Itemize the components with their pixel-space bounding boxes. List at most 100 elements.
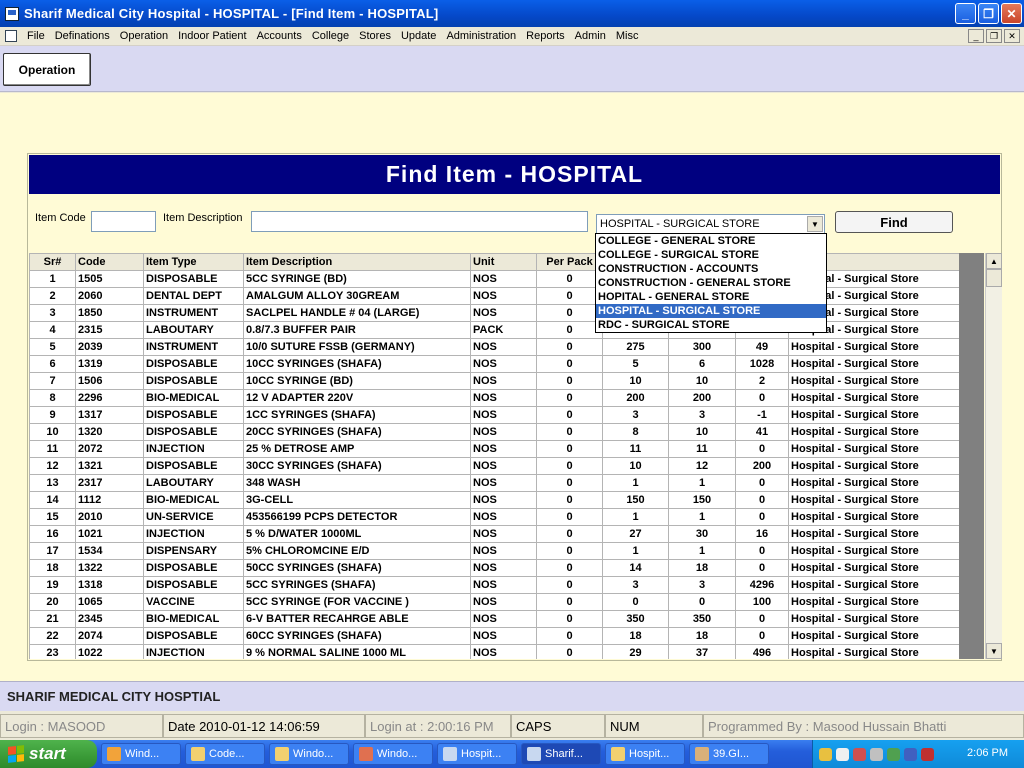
menu-file[interactable]: File — [22, 30, 50, 42]
cell-item-description[interactable]: 10/0 SUTURE FSSB (GERMANY) — [243, 338, 471, 356]
taskbar-item[interactable]: Wind... — [101, 743, 181, 765]
cell-store[interactable]: Hospital - Surgical Store — [788, 372, 960, 390]
cell-store[interactable]: Hospital - Surgical Store — [788, 423, 960, 441]
cell-sr[interactable]: 6 — [29, 355, 76, 373]
cell-per-pack[interactable]: 0 — [536, 372, 603, 390]
scroll-thumb[interactable] — [986, 269, 1002, 287]
cell-per-pack[interactable]: 0 — [536, 491, 603, 509]
cell-store[interactable]: Hospital - Surgical Store — [788, 355, 960, 373]
mdi-child-icon[interactable] — [5, 30, 17, 42]
cell-7[interactable]: 10 — [668, 423, 736, 441]
store-option[interactable]: CONSTRUCTION - GENERAL STORE — [596, 276, 826, 290]
cell-code[interactable]: 2010 — [75, 508, 144, 526]
col-per-pack[interactable]: Per Pack — [536, 253, 603, 271]
cell-sr[interactable]: 23 — [29, 644, 76, 659]
cell-item-type[interactable]: BIO-MEDICAL — [143, 389, 244, 407]
cell-sr[interactable]: 10 — [29, 423, 76, 441]
table-row[interactable]: 7 1506 DISPOSABLE 10CC SYRINGE (BD) NOS 0 10 10… — [29, 372, 960, 390]
col-sr[interactable]: Sr# — [29, 253, 76, 271]
cell-6[interactable]: 10 — [602, 457, 669, 475]
table-row[interactable]: 13 2317 LABOUTARY 348 WASH NOS 0 1 1 0 Hospital -… — [29, 474, 960, 492]
cell-6[interactable]: 29 — [602, 644, 669, 659]
table-row[interactable]: 10 1320 DISPOSABLE 20CC SYRINGES (SHAFA) NOS… — [29, 423, 960, 441]
minimize-button[interactable]: _ — [955, 3, 976, 24]
menu-operation[interactable]: Operation — [115, 30, 173, 42]
cell-store[interactable]: Hospital - Surgical Store — [788, 457, 960, 475]
cell-per-pack[interactable]: 0 — [536, 406, 603, 424]
cell-code[interactable]: 1505 — [75, 270, 144, 288]
tray-icon[interactable] — [836, 747, 849, 761]
cell-7[interactable]: 1 — [668, 474, 736, 492]
cell-unit[interactable]: NOS — [470, 525, 537, 543]
cell-per-pack[interactable]: 0 — [536, 627, 603, 645]
cell-item-description[interactable]: 20CC SYRINGES (SHAFA) — [243, 423, 471, 441]
cell-store[interactable]: Hospital - Surgical Store — [788, 610, 960, 628]
cell-7[interactable]: 30 — [668, 525, 736, 543]
find-button[interactable]: Find — [835, 211, 953, 233]
cell-8[interactable]: 0 — [735, 627, 789, 645]
menu-indoor-patient[interactable]: Indoor Patient — [173, 30, 252, 42]
taskbar-item-active[interactable]: Sharif... — [521, 743, 601, 765]
cell-code[interactable]: 1506 — [75, 372, 144, 390]
cell-6[interactable]: 350 — [602, 610, 669, 628]
cell-code[interactable]: 2296 — [75, 389, 144, 407]
menu-college[interactable]: College — [307, 30, 354, 42]
cell-sr[interactable]: 16 — [29, 525, 76, 543]
store-option[interactable]: RDC - SURGICAL STORE — [596, 318, 826, 332]
cell-6[interactable]: 3 — [602, 406, 669, 424]
cell-8[interactable]: 0 — [735, 474, 789, 492]
store-select[interactable]: HOSPITAL - SURGICAL STORE ▼ — [596, 214, 825, 234]
cell-7[interactable]: 0 — [668, 593, 736, 611]
cell-item-description[interactable]: 9 % NORMAL SALINE 1000 ML — [243, 644, 471, 659]
cell-store[interactable]: Hospital - Surgical Store — [788, 644, 960, 659]
cell-8[interactable]: 0 — [735, 610, 789, 628]
cell-per-pack[interactable]: 0 — [536, 270, 603, 288]
cell-item-description[interactable]: 30CC SYRINGES (SHAFA) — [243, 457, 471, 475]
table-row[interactable]: 12 1321 DISPOSABLE 30CC SYRINGES (SHAFA) NOS… — [29, 457, 960, 475]
cell-unit[interactable]: NOS — [470, 474, 537, 492]
cell-item-description[interactable]: 25 % DETROSE AMP — [243, 440, 471, 458]
cell-6[interactable]: 1 — [602, 508, 669, 526]
tray-icon[interactable] — [887, 747, 900, 761]
store-option[interactable]: COLLEGE - SURGICAL STORE — [596, 248, 826, 262]
cell-sr[interactable]: 4 — [29, 321, 76, 339]
cell-per-pack[interactable]: 0 — [536, 474, 603, 492]
chevron-down-icon[interactable]: ▼ — [807, 216, 823, 232]
table-row[interactable]: 22 2074 DISPOSABLE 60CC SYRINGES (SHAFA) NOS… — [29, 627, 960, 645]
cell-8[interactable]: 0 — [735, 542, 789, 560]
cell-per-pack[interactable]: 0 — [536, 389, 603, 407]
cell-8[interactable]: 4296 — [735, 576, 789, 594]
table-row[interactable]: 17 1534 DISPENSARY 5% CHLOROMCINE E/D NOS 0 1 1… — [29, 542, 960, 560]
cell-code[interactable]: 1321 — [75, 457, 144, 475]
cell-per-pack[interactable]: 0 — [536, 338, 603, 356]
menu-administration[interactable]: Administration — [441, 30, 521, 42]
cell-store[interactable]: Hospital - Surgical Store — [788, 627, 960, 645]
cell-item-type[interactable]: INSTRUMENT — [143, 338, 244, 356]
cell-7[interactable]: 3 — [668, 576, 736, 594]
table-row[interactable]: 8 2296 BIO-MEDICAL 12 V ADAPTER 220V NOS 0 200… — [29, 389, 960, 407]
store-option-selected[interactable]: HOSPITAL - SURGICAL STORE — [596, 304, 826, 318]
cell-sr[interactable]: 12 — [29, 457, 76, 475]
cell-sr[interactable]: 18 — [29, 559, 76, 577]
tray-icon[interactable] — [819, 747, 832, 761]
cell-per-pack[interactable]: 0 — [536, 287, 603, 305]
col-item-description[interactable]: Item Description — [243, 253, 471, 271]
cell-unit[interactable]: NOS — [470, 491, 537, 509]
cell-unit[interactable]: NOS — [470, 440, 537, 458]
mdi-restore-button[interactable]: ❐ — [986, 29, 1002, 43]
cell-7[interactable]: 1 — [668, 508, 736, 526]
cell-unit[interactable]: NOS — [470, 270, 537, 288]
cell-sr[interactable]: 8 — [29, 389, 76, 407]
cell-store[interactable]: Hospital - Surgical Store — [788, 338, 960, 356]
cell-item-description[interactable]: 10CC SYRINGE (BD) — [243, 372, 471, 390]
cell-unit[interactable]: NOS — [470, 559, 537, 577]
cell-item-description[interactable]: 10CC SYRINGES (SHAFA) — [243, 355, 471, 373]
store-option[interactable]: CONSTRUCTION - ACCOUNTS — [596, 262, 826, 276]
table-row[interactable]: 19 1318 DISPOSABLE 5CC SYRINGES (SHAFA) NOS 0… — [29, 576, 960, 594]
cell-item-description[interactable]: 5CC SYRINGE (FOR VACCINE ) — [243, 593, 471, 611]
cell-6[interactable]: 200 — [602, 389, 669, 407]
cell-7[interactable]: 11 — [668, 440, 736, 458]
cell-item-type[interactable]: DISPOSABLE — [143, 576, 244, 594]
cell-item-type[interactable]: BIO-MEDICAL — [143, 491, 244, 509]
menu-admin[interactable]: Admin — [570, 30, 611, 42]
